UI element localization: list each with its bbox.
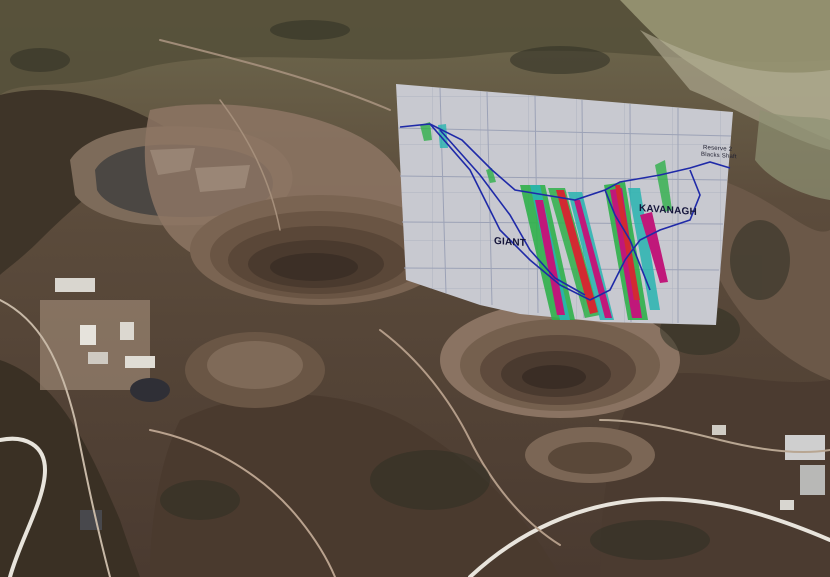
giant-pit-label: GIANT <box>494 235 527 250</box>
cross-section-panel <box>396 84 733 325</box>
aerial-mine-scene: Reserve 2 Blacks Shaft KAVANAGH GIANT <box>0 0 830 577</box>
